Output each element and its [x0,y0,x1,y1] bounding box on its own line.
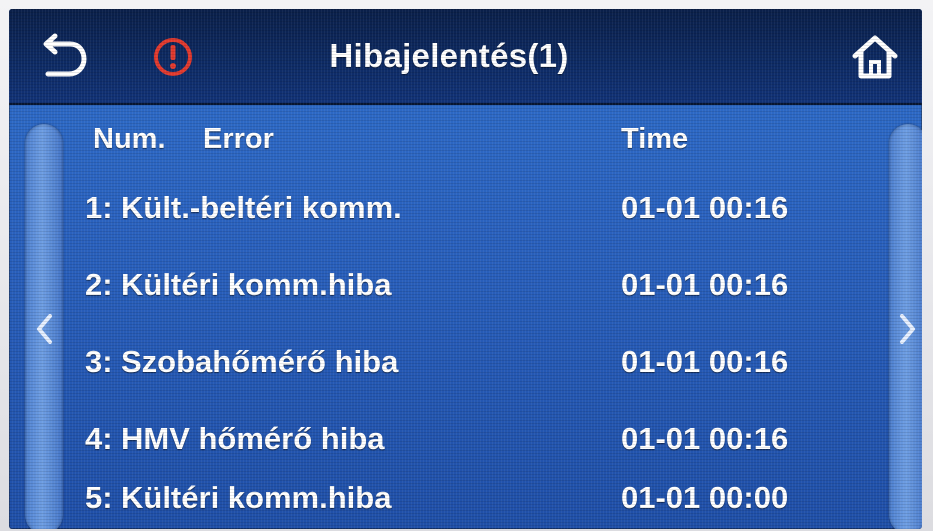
error-row-5[interactable]: 5: Kültéri komm.hiba 01-01 00:00 [69,470,869,526]
error-row-4[interactable]: 4: HMV hőmérő hiba 01-01 00:16 [69,411,869,467]
error-time: 01-01 00:16 [621,267,789,302]
error-num: 1: [85,190,113,225]
back-arrow-icon [43,33,87,77]
error-row-1[interactable]: 1: Kült.-beltéri komm. 01-01 00:16 [69,180,869,236]
header-bar: Hibajelentés(1) [9,9,922,105]
error-num: 3: [85,344,113,379]
device-bezel: Hibajelentés(1) Num. Error Time 1: Kült.… [0,0,933,531]
alarm-icon[interactable] [151,35,195,79]
error-time: 01-01 00:16 [621,344,789,379]
error-text: Kültéri komm.hiba [121,480,392,515]
error-text: HMV hőmérő hiba [121,421,385,456]
error-time: 01-01 00:16 [621,421,789,456]
chevron-right-icon [900,314,915,344]
error-num: 5: [85,480,113,515]
error-text: Kült.-beltéri komm. [121,190,402,225]
back-button[interactable] [31,25,95,89]
touch-screen: Hibajelentés(1) Num. Error Time 1: Kült.… [9,9,922,529]
chevron-left-icon [37,314,52,344]
error-text: Szobahőmérő hiba [121,344,399,379]
error-time: 01-01 00:00 [621,480,789,515]
home-button[interactable] [843,25,907,89]
column-header-error: Error [203,123,274,155]
column-header-time: Time [621,123,689,155]
column-header-num: Num. [93,123,166,155]
error-row-3[interactable]: 3: Szobahőmérő hiba 01-01 00:16 [69,334,869,390]
error-row-2[interactable]: 2: Kültéri komm.hiba 01-01 00:16 [69,257,869,313]
error-num: 2: [85,267,113,302]
page-title: Hibajelentés(1) [329,37,569,74]
error-num: 4: [85,421,113,456]
error-time: 01-01 00:16 [621,190,789,225]
next-page-button[interactable] [889,124,922,529]
prev-page-button[interactable] [25,124,63,529]
home-icon [852,35,898,79]
error-text: Kültéri komm.hiba [121,267,392,302]
